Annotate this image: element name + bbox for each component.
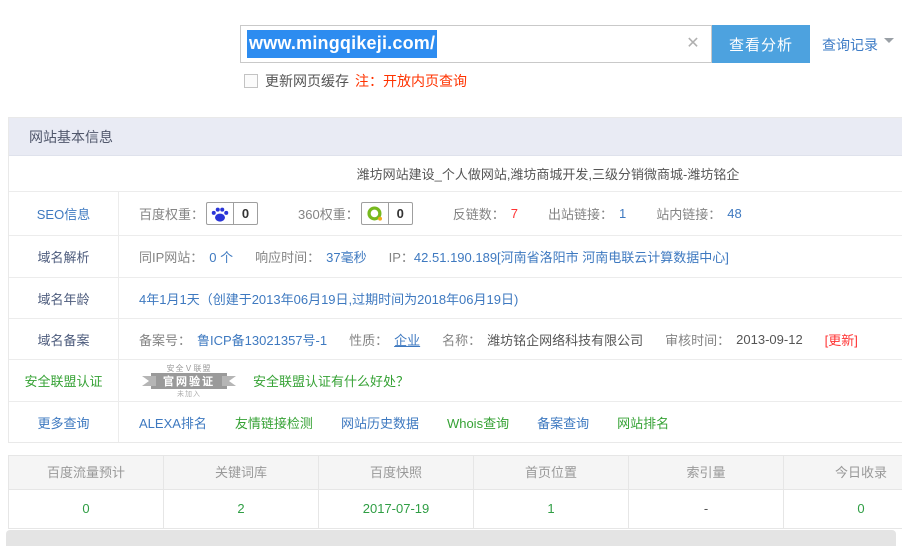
icp-audit-date: 2013-09-12	[736, 331, 803, 347]
badge-bottom-text: 未加入	[177, 390, 201, 398]
so360-weight-badge[interactable]: 0	[360, 202, 413, 225]
site-rank-link[interactable]: 网站排名	[617, 413, 669, 432]
section-title: 网站基本信息	[9, 118, 902, 156]
site-title-text: 潍坊网站建设_个人做网站,潍坊商城开发,三级分销微商城-潍坊铭企	[356, 167, 740, 182]
ip-value[interactable]: 42.51.190.189[河南省洛阳市 河南电联云计算数据中心]	[414, 247, 729, 266]
backlinks-value[interactable]: 7	[511, 206, 518, 221]
analyze-button[interactable]: 查看分析	[712, 25, 810, 63]
domain-age-row: 域名年龄 4年1月1天（创建于2013年06月19日,过期时间为2018年06月…	[9, 278, 902, 319]
icp-update-link[interactable]: [更新]	[825, 330, 858, 349]
icp-number-value[interactable]: 鲁ICP备13021357号-1	[197, 330, 327, 349]
stats-header-row: 百度流量预计 关键词库 百度快照 首页位置 索引量 今日收录	[9, 456, 902, 490]
clear-icon[interactable]: ✕	[683, 34, 703, 54]
update-cache-checkbox[interactable]	[244, 74, 258, 88]
stats-col-index: 索引量	[629, 456, 784, 489]
icp-number-label: 备案号：	[139, 332, 192, 348]
row-label-age: 域名年龄	[9, 278, 119, 318]
internal-links-label: 站内链接：	[656, 207, 722, 222]
baidu-weight-label: 百度权重：	[139, 207, 205, 222]
so360-weight-label: 360权重：	[298, 207, 359, 222]
stats-val-today[interactable]: 0	[784, 490, 902, 528]
dns-row: 域名解析 同IP网站： 0 个 响应时间： 37毫秒 IP： 42.51.190…	[9, 236, 902, 278]
stats-val-traffic[interactable]: 0	[9, 490, 164, 528]
icp-nature-label: 性质：	[349, 332, 389, 348]
response-time-label: 响应时间：	[255, 250, 321, 265]
so360-logo-icon	[362, 203, 389, 224]
row-label-icp: 域名备案	[9, 319, 119, 359]
alexa-rank-link[interactable]: ALEXA排名	[139, 413, 207, 432]
security-union-row: 安全联盟认证 安全Ｖ联盟 官网验证 未加入 安全联盟认证有什么好处？	[9, 360, 902, 402]
footer-strip	[6, 530, 896, 546]
stats-val-index: -	[629, 490, 784, 528]
stats-col-keywords: 关键词库	[164, 456, 319, 489]
query-history-link[interactable]: 查询记录	[822, 35, 878, 55]
backlinks-label: 反链数：	[452, 207, 505, 222]
baidu-paw-icon	[207, 203, 235, 224]
stats-val-snapshot[interactable]: 2017-07-19	[319, 490, 474, 528]
icp-nature-value[interactable]: 企业	[394, 330, 420, 349]
site-basic-info-table: 网站基本信息 潍坊网站建设_个人做网站,潍坊商城开发,三级分销微商城-潍坊铭企 …	[8, 117, 902, 443]
row-label-seo: SEO信息	[9, 192, 119, 235]
friend-links-link[interactable]: 友情链接检测	[235, 413, 313, 432]
icp-company-name: 潍坊铭企网络科技有限公司	[487, 332, 644, 348]
cache-option-row: 更新网页缓存 注：开放内页查询	[244, 71, 467, 91]
security-union-badge-icon[interactable]: 安全Ｖ联盟 官网验证 未加入	[141, 363, 237, 399]
stats-val-homepage[interactable]: 1	[474, 490, 629, 528]
outbound-links-value[interactable]: 1	[619, 206, 626, 221]
stats-col-today: 今日收录	[784, 456, 902, 489]
site-history-link[interactable]: 网站历史数据	[341, 413, 419, 432]
baidu-weight-value: 0	[241, 206, 250, 221]
stats-values-row: 0 2 2017-07-19 1 - 0	[9, 490, 902, 528]
response-time-value[interactable]: 37毫秒	[326, 247, 366, 266]
ip-label: IP：	[388, 250, 414, 265]
domain-age-value: 4年1月1天（创建于2013年06月19日,过期时间为2018年06月19日)	[139, 291, 519, 307]
search-query-selected-text[interactable]: www.mingqikeji.com/	[247, 30, 438, 58]
icp-query-link[interactable]: 备案查询	[537, 413, 589, 432]
same-ip-value[interactable]: 0 个	[209, 247, 233, 266]
seo-info-row: SEO信息 百度权重： 0 360权重： 0 反链数： 7 出站链接： 1 站内…	[9, 192, 902, 236]
badge-ribbon-text: 官网验证	[142, 372, 236, 389]
update-cache-label[interactable]: 更新网页缓存	[265, 71, 349, 91]
icp-audit-label: 审核时间：	[665, 332, 731, 348]
site-title-row: 潍坊网站建设_个人做网站,潍坊商城开发,三级分销微商城-潍坊铭企	[9, 156, 902, 192]
stats-col-snapshot: 百度快照	[319, 456, 474, 489]
open-innerpage-note: 注：开放内页查询	[355, 73, 467, 89]
stats-val-keywords[interactable]: 2	[164, 490, 319, 528]
so360-weight-value: 0	[396, 206, 404, 221]
icp-name-label: 名称：	[442, 332, 482, 348]
search-input[interactable]: www.mingqikeji.com/ ✕	[240, 25, 712, 63]
whois-query-link[interactable]: Whois查询	[447, 413, 509, 432]
internal-links-value[interactable]: 48	[727, 206, 741, 221]
more-queries-row: 更多查询 ALEXA排名 友情链接检测 网站历史数据 Whois查询 备案查询 …	[9, 402, 902, 442]
row-label-more: 更多查询	[9, 402, 119, 442]
row-label-security: 安全联盟认证	[9, 360, 119, 401]
row-label-dns: 域名解析	[9, 236, 119, 277]
security-benefit-link[interactable]: 安全联盟认证有什么好处？	[253, 371, 409, 390]
caret-down-icon[interactable]	[884, 38, 894, 43]
icp-record-row: 域名备案 备案号： 鲁ICP备13021357号-1 性质： 企业 名称： 潍坊…	[9, 319, 902, 360]
baidu-weight-badge[interactable]: 0	[206, 202, 259, 225]
outbound-links-label: 出站链接：	[547, 207, 613, 222]
stats-col-homepage: 首页位置	[474, 456, 629, 489]
baidu-stats-table: 百度流量预计 关键词库 百度快照 首页位置 索引量 今日收录 0 2 2017-…	[8, 455, 902, 529]
stats-col-traffic: 百度流量预计	[9, 456, 164, 489]
same-ip-label: 同IP网站：	[139, 250, 204, 265]
